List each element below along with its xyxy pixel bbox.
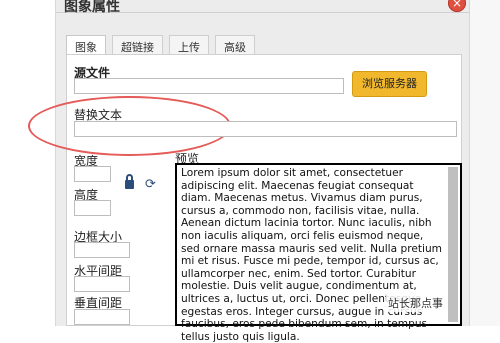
alt-text-input[interactable]: [74, 121, 457, 137]
border-size-input[interactable]: [74, 242, 130, 258]
preview-text: Lorem ipsum dolor sit amet, consectetuer…: [181, 167, 442, 343]
vertical-spacing-input[interactable]: [74, 309, 130, 325]
watermark: 站长那点事: [386, 294, 445, 312]
refresh-icon[interactable]: ⟳: [145, 178, 157, 191]
source-file-input[interactable]: [74, 78, 344, 94]
lock-icon[interactable]: [125, 174, 134, 189]
background-right: [470, 0, 500, 326]
dialog-title: 图象属性: [64, 0, 120, 15]
browse-server-button[interactable]: 浏览服务器: [352, 71, 427, 97]
height-input[interactable]: [74, 200, 111, 216]
preview-scrollbar[interactable]: [448, 167, 458, 322]
background-left: [0, 0, 55, 326]
width-input[interactable]: [74, 166, 111, 182]
horizontal-spacing-input[interactable]: [74, 276, 130, 292]
